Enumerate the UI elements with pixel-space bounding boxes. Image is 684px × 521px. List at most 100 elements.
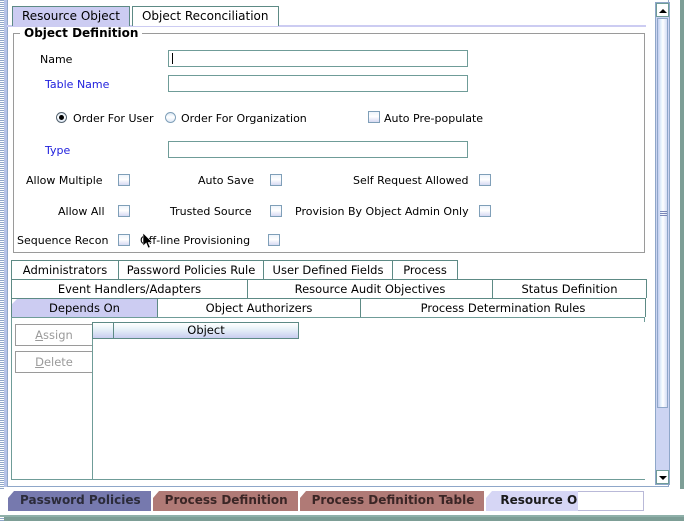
tab-object-authorizers-label: Object Authorizers (205, 301, 313, 315)
tab-user-defined-fields[interactable]: User Defined Fields (263, 260, 393, 279)
tab-notch-icon (12, 299, 18, 305)
tab-password-policies-rule[interactable]: Password Policies Rule (118, 260, 264, 279)
tab-notch-icon (152, 491, 159, 498)
tab-object-reconciliation[interactable]: Object Reconciliation (131, 6, 279, 26)
label-auto-prepopulate: Auto Pre-populate (384, 112, 484, 125)
tab-process[interactable]: Process (392, 260, 458, 279)
taskbar-empty-area (578, 491, 644, 511)
delete-button[interactable]: Delete (15, 351, 93, 373)
checkbox-allow-all[interactable] (118, 205, 130, 217)
assign-button-mnemonic: A (35, 328, 44, 342)
top-tab-strip: Resource Object Object Reconciliation (12, 5, 279, 26)
delete-button-label: elete (43, 355, 73, 369)
taskbar-tab-process-definition-table[interactable]: Process Definition Table (299, 491, 485, 511)
tab-object-authorizers[interactable]: Object Authorizers (157, 298, 361, 317)
checkbox-auto-prepopulate[interactable] (368, 111, 380, 123)
assign-button-label: ssign (43, 328, 73, 342)
tab-status-definition-label: Status Definition (521, 282, 618, 296)
delete-button-mnemonic: D (35, 355, 44, 369)
label-provision-by-object-admin-only: Provision By Object Admin Only (295, 205, 469, 218)
scrollbar-thumb[interactable] (657, 18, 668, 408)
taskbar-tab-password-policies[interactable]: Password Policies (8, 491, 151, 511)
type-input[interactable] (168, 141, 468, 158)
tab-notch-icon (361, 299, 367, 305)
label-order-for-organization: Order For Organization (181, 112, 307, 125)
tab-administrators-label: Administrators (22, 263, 108, 277)
checkbox-trusted-source[interactable] (270, 205, 282, 217)
tab-notch-icon (264, 261, 270, 267)
tab-notch-icon (12, 261, 18, 267)
tab-resource-object-label: Resource Object (22, 9, 120, 23)
checkbox-off-line-provisioning[interactable] (268, 234, 280, 246)
label-self-request-allowed: Self Request Allowed (353, 174, 469, 187)
label-trusted-source: Trusted Source (170, 205, 252, 218)
mid-tab-row-3: Depends On Object Authorizers Process De… (11, 298, 646, 317)
triangle-up-icon (658, 9, 667, 13)
name-input[interactable] (168, 50, 468, 67)
checkbox-allow-multiple[interactable] (118, 174, 130, 186)
mid-tab-row-2: Event Handlers/Adapters Resource Audit O… (11, 279, 647, 298)
taskbar-tab-password-policies-label: Password Policies (20, 493, 141, 507)
tab-depends-on-label: Depends On (49, 301, 120, 315)
tab-notch-icon (158, 299, 164, 305)
taskbar-bottom-separator (0, 515, 684, 517)
label-off-line-provisioning: Off-line Provisioning (140, 234, 251, 247)
text-caret (172, 53, 173, 64)
tab-event-handlers-adapters-label: Event Handlers/Adapters (57, 282, 202, 296)
label-type: Type (45, 144, 71, 157)
label-allow-all: Allow All (58, 205, 105, 218)
table-name-input[interactable] (168, 75, 468, 92)
tab-notch-icon (248, 280, 254, 286)
tab-status-definition[interactable]: Status Definition (492, 279, 647, 298)
scroll-up-button[interactable] (656, 3, 669, 17)
depends-on-table[interactable] (92, 322, 645, 479)
object-definition-title: Object Definition (20, 26, 143, 40)
checkbox-self-request-allowed[interactable] (479, 174, 491, 186)
taskbar-tab-process-definition-table-label: Process Definition Table (311, 493, 475, 507)
scrollbar-grip-icon (660, 211, 667, 216)
mid-tab-row-1: Administrators Password Policies Rule Us… (11, 260, 458, 279)
tab-resource-audit-objectives[interactable]: Resource Audit Objectives (247, 279, 493, 298)
tab-notch-icon (8, 491, 14, 498)
checkbox-sequence-recon[interactable] (118, 234, 130, 246)
label-auto-save: Auto Save (198, 174, 255, 187)
checkbox-provision-by-object-admin-only[interactable] (479, 205, 491, 217)
tab-resource-audit-objectives-label: Resource Audit Objectives (294, 282, 446, 296)
label-table-name: Table Name (45, 78, 110, 91)
tab-notch-icon (393, 261, 399, 267)
tab-event-handlers-adapters[interactable]: Event Handlers/Adapters (11, 279, 248, 298)
tab-resource-object[interactable]: Resource Object (12, 6, 130, 26)
taskbar-tab-process-definition-label: Process Definition (164, 493, 288, 507)
triangle-down-icon (658, 476, 667, 480)
tab-object-reconciliation-label: Object Reconciliation (141, 9, 269, 23)
tab-password-policies-rule-label: Password Policies Rule (126, 263, 256, 277)
radio-order-for-organization[interactable] (165, 112, 176, 123)
assign-button[interactable]: Assign (15, 324, 93, 346)
label-order-for-user: Order For User (73, 112, 154, 125)
table-column-object[interactable]: Object (113, 322, 299, 339)
vertical-scrollbar[interactable] (655, 2, 670, 485)
table-column-select[interactable] (92, 322, 113, 339)
radio-order-for-user[interactable] (56, 112, 67, 123)
label-allow-multiple: Allow Multiple (26, 174, 103, 187)
taskbar-tab-process-definition[interactable]: Process Definition (152, 491, 298, 511)
application-window: Resource Object Object Reconciliation Ob… (0, 0, 684, 521)
taskbar-tab-strip: Password Policies Process Definition Pro… (8, 491, 630, 513)
checkbox-auto-save[interactable] (270, 174, 282, 186)
radio-selected-dot (59, 115, 64, 120)
depends-on-table-header: Object (92, 322, 299, 339)
label-sequence-recon: Sequence Recon (17, 234, 109, 247)
tab-notch-icon (299, 491, 306, 498)
tab-notch-icon (486, 491, 493, 498)
scroll-down-button[interactable] (656, 470, 669, 484)
tab-notch-icon (119, 261, 125, 267)
bottom-taskbar: Password Policies Process Definition Pro… (0, 489, 684, 517)
tab-user-defined-fields-label: User Defined Fields (272, 263, 384, 277)
tab-depends-on[interactable]: Depends On (11, 298, 158, 317)
tab-notch-icon (493, 280, 499, 286)
tab-administrators[interactable]: Administrators (11, 260, 119, 279)
tab-process-label: Process (403, 263, 447, 277)
tab-process-determination-rules-label: Process Determination Rules (420, 301, 586, 315)
tab-process-determination-rules[interactable]: Process Determination Rules (360, 298, 646, 317)
tab-notch-icon (12, 280, 18, 286)
